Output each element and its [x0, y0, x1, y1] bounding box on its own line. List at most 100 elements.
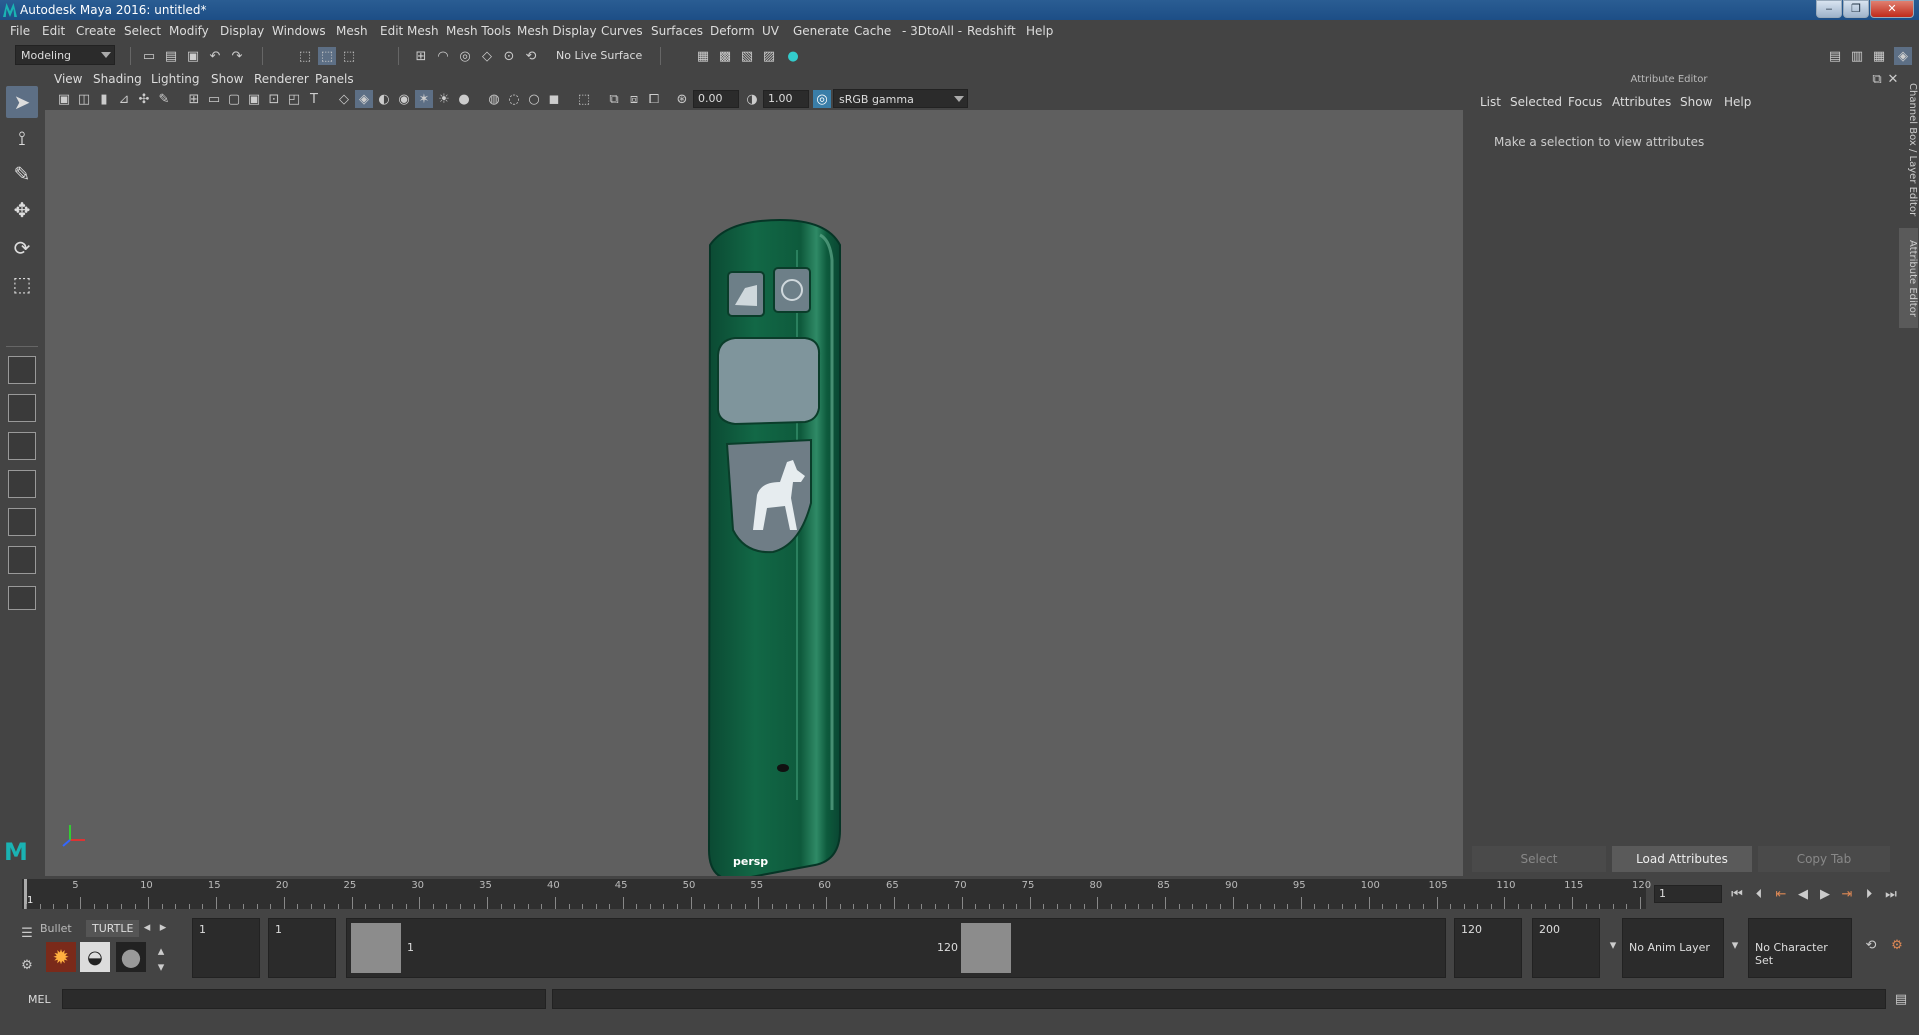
perspective-viewport[interactable]: persp: [45, 110, 1463, 876]
safe-title-icon[interactable]: T: [305, 90, 323, 108]
multisample-aa-icon[interactable]: ◌: [505, 90, 523, 108]
minimize-button[interactable]: ‒: [1816, 0, 1842, 18]
backface-culling-icon[interactable]: ⧠: [645, 90, 663, 108]
playback-end-field[interactable]: 120: [1454, 918, 1522, 978]
time-slider-track[interactable]: 1 5 10 15 20 25 30 35 40 45 50 55 60 65 70 75 80 85 90 95 1…: [22, 879, 1651, 909]
exposure-icon[interactable]: ⊛: [673, 90, 691, 108]
panel-menu-shading[interactable]: Shading: [93, 72, 142, 86]
menu-edit-mesh[interactable]: Edit Mesh: [380, 24, 439, 38]
step-forward-key-icon[interactable]: ⇥: [1838, 885, 1856, 903]
menu-mesh-tools[interactable]: Mesh Tools: [446, 24, 511, 38]
make-live-icon[interactable]: ⟲: [522, 47, 540, 65]
ae-menu-help[interactable]: Help: [1724, 95, 1751, 109]
motion-blur-icon[interactable]: ◍: [485, 90, 503, 108]
attribute-editor-toggle-icon[interactable]: ▥: [1848, 47, 1866, 65]
textured-icon[interactable]: ◉: [395, 90, 413, 108]
panel-menu-panels[interactable]: Panels: [315, 72, 354, 86]
persp-outliner-layout-icon[interactable]: [8, 432, 36, 460]
isolate-select-icon[interactable]: ◼: [545, 90, 563, 108]
paint-select-tool-icon[interactable]: ✎: [6, 158, 38, 190]
menu-help[interactable]: Help: [1026, 24, 1053, 38]
new-scene-icon[interactable]: ▭: [140, 47, 158, 65]
render-shelf-icon[interactable]: ◒: [80, 942, 110, 972]
render-frame-icon[interactable]: ▩: [716, 47, 734, 65]
play-forward-icon[interactable]: ▶: [1816, 885, 1834, 903]
render-view-icon[interactable]: ▨: [760, 47, 778, 65]
scene-canvas[interactable]: [45, 110, 1463, 876]
resolution-gate-icon[interactable]: ▢: [225, 90, 243, 108]
menu-cache[interactable]: Cache: [854, 24, 891, 38]
grease-pencil-icon[interactable]: ✎: [155, 90, 173, 108]
field-chart-icon[interactable]: ⊡: [265, 90, 283, 108]
shelf-menu-icon[interactable]: ☰: [18, 924, 36, 942]
scale-tool-icon[interactable]: ⬚: [6, 268, 38, 300]
color-management-icon[interactable]: ◎: [813, 90, 831, 108]
shelf-scroll-down-icon[interactable]: ▾: [152, 958, 170, 976]
menu-mesh[interactable]: Mesh: [336, 24, 368, 38]
select-button[interactable]: Select: [1472, 846, 1606, 872]
step-forward-frame-icon[interactable]: ⏵: [1860, 885, 1878, 903]
smooth-shade-icon[interactable]: ◈: [355, 90, 373, 108]
snap-view-plane-icon[interactable]: ◇: [478, 47, 496, 65]
step-back-key-icon[interactable]: ⇤: [1772, 885, 1790, 903]
gamma-field[interactable]: 1.00: [763, 90, 809, 108]
chevron-down-icon[interactable]: ▾: [1726, 936, 1744, 954]
snap-live-icon[interactable]: ⊙: [500, 47, 518, 65]
range-slider-track[interactable]: 1 120: [346, 918, 1446, 978]
copy-tab-button[interactable]: Copy Tab: [1758, 846, 1890, 872]
menu-deform[interactable]: Deform: [710, 24, 755, 38]
shelf-tab-turtle[interactable]: TURTLE: [86, 920, 140, 937]
shelf-tab-right-icon[interactable]: ▸: [154, 918, 172, 936]
select-tool-icon[interactable]: ➤: [6, 86, 38, 118]
snap-grid-icon[interactable]: ⊞: [412, 47, 430, 65]
command-input[interactable]: [62, 989, 546, 1009]
lasso-tool-icon[interactable]: ⟟: [6, 122, 38, 154]
ae-menu-focus[interactable]: Focus: [1568, 95, 1602, 109]
four-view-layout-icon[interactable]: [8, 394, 36, 422]
select-by-object-icon[interactable]: ⬚: [318, 47, 336, 65]
shelf-tab-bullet[interactable]: Bullet: [40, 922, 72, 935]
current-frame-field[interactable]: 1: [1654, 885, 1722, 903]
camera-attributes-icon[interactable]: ◫: [75, 90, 93, 108]
xray-icon[interactable]: ⬚: [575, 90, 593, 108]
command-language-label[interactable]: MEL: [28, 993, 51, 1006]
menu-uv[interactable]: UV: [762, 24, 779, 38]
film-gate-icon[interactable]: ▭: [205, 90, 223, 108]
tab-attribute-editor[interactable]: Attribute Editor: [1899, 228, 1918, 328]
menu-surfaces[interactable]: Surfaces: [651, 24, 703, 38]
shadows-icon[interactable]: ☀: [435, 90, 453, 108]
persp-graph-layout-icon[interactable]: [8, 470, 36, 498]
menu-3dtoall[interactable]: - 3DtoAll -: [902, 24, 962, 38]
menu-curves[interactable]: Curves: [601, 24, 643, 38]
rotate-tool-icon[interactable]: ⟳: [6, 232, 38, 264]
persp-uv-layout-icon[interactable]: [8, 546, 36, 574]
menu-select[interactable]: Select: [124, 24, 161, 38]
range-end-handle[interactable]: [961, 923, 1011, 973]
more-layouts-icon[interactable]: [8, 586, 36, 610]
dog-waste-bin-model[interactable]: [707, 218, 841, 876]
close-button[interactable]: ✕: [1870, 0, 1914, 18]
panel-menu-renderer[interactable]: Renderer: [254, 72, 309, 86]
menu-file[interactable]: File: [10, 24, 30, 38]
menu-edit[interactable]: Edit: [42, 24, 65, 38]
menu-mesh-display[interactable]: Mesh Display: [517, 24, 597, 38]
gamma-icon[interactable]: ◑: [743, 90, 761, 108]
snap-point-icon[interactable]: ◎: [456, 47, 474, 65]
xray-components-icon[interactable]: ⧈: [625, 90, 643, 108]
select-by-hierarchy-icon[interactable]: ⬚: [296, 47, 314, 65]
script-editor-icon[interactable]: ▤: [1892, 990, 1910, 1008]
bake-shelf-icon[interactable]: ●: [116, 942, 146, 972]
camera-select-icon[interactable]: ▣: [55, 90, 73, 108]
menu-generate[interactable]: Generate: [793, 24, 849, 38]
menu-windows[interactable]: Windows: [272, 24, 326, 38]
ae-menu-selected[interactable]: Selected: [1510, 95, 1562, 109]
anim-layer-dropdown[interactable]: No Anim Layer: [1622, 918, 1724, 978]
tab-channel-box[interactable]: Channel Box / Layer Editor: [1899, 80, 1918, 220]
panel-menu-show[interactable]: Show: [211, 72, 243, 86]
snap-curve-icon[interactable]: ◠: [434, 47, 452, 65]
depth-of-field-icon[interactable]: ○: [525, 90, 543, 108]
open-scene-icon[interactable]: ▤: [162, 47, 180, 65]
use-all-lights-icon[interactable]: ✶: [415, 90, 433, 108]
undo-icon[interactable]: ↶: [206, 47, 224, 65]
load-attributes-button[interactable]: Load Attributes: [1612, 846, 1752, 872]
